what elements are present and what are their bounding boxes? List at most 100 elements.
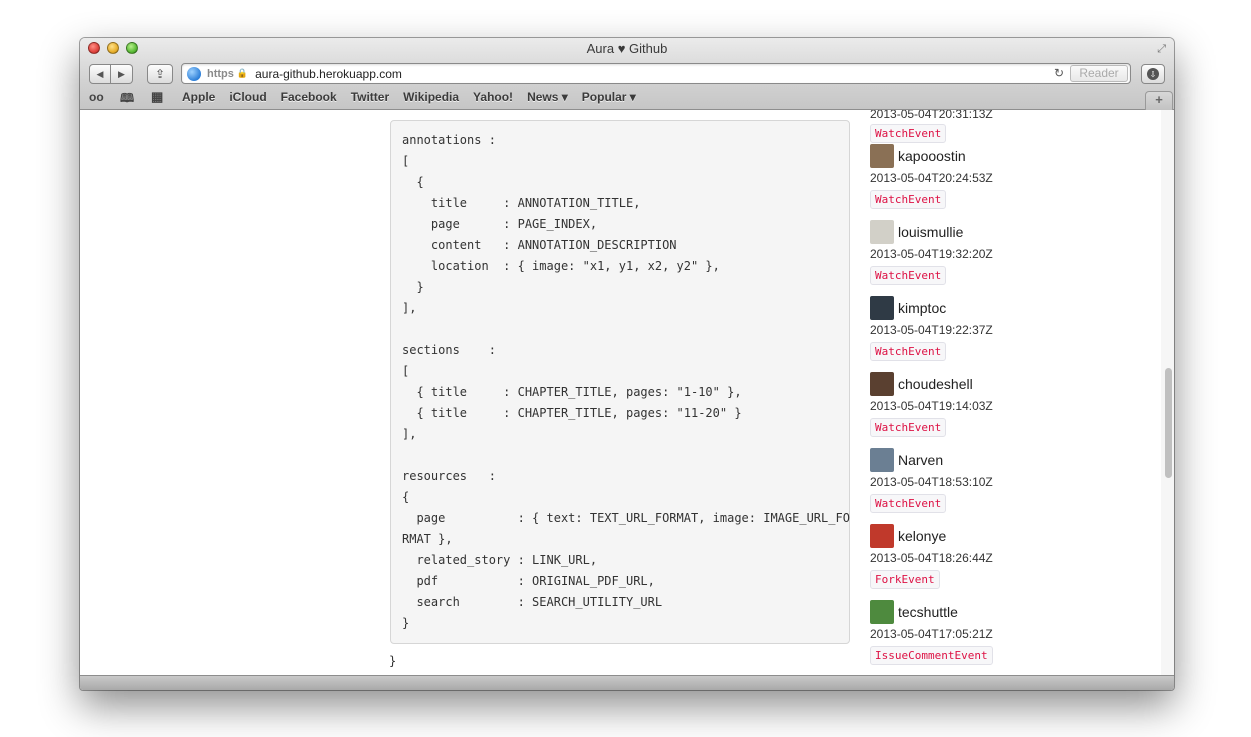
feed-user[interactable]: Narven (870, 448, 1070, 472)
event-type-badge: WatchEvent (870, 418, 947, 437)
feed-entry: Narven 2013-05-04T18:53:10Z WatchEvent (870, 448, 1070, 513)
feed-entry: louismullie 2013-05-04T19:32:20Z WatchEven… (870, 220, 1070, 285)
top-sites-grid-icon[interactable]: ▦ (151, 89, 163, 105)
avatar[interactable] (870, 524, 894, 548)
event-type-badge: ForkEvent (870, 570, 940, 589)
browser-chrome: Aura ♥ Github ⤢ ◀ ▶ ⇪ https 🔒 aura-githu… (80, 38, 1174, 110)
code-line: sections : (402, 343, 496, 357)
code-line: RMAT }, (402, 532, 453, 546)
window-title: Aura ♥ Github (586, 41, 668, 56)
status-bar (80, 675, 1174, 690)
feed-entry: kapooostin 2013-05-04T20:24:53Z WatchEvent (870, 144, 1070, 209)
bookmark-item[interactable]: Popular ▾ (582, 90, 636, 104)
url-text[interactable]: aura-github.herokuapp.com (255, 67, 402, 81)
bookmark-item[interactable]: Twitter (351, 90, 389, 104)
code-line: ], (402, 427, 417, 441)
event-timestamp: 2013-05-04T19:22:37Z (870, 323, 993, 337)
bookmark-item[interactable]: Apple (182, 90, 215, 104)
downloads-button[interactable]: ⇩ (1141, 64, 1165, 84)
reader-button[interactable]: Reader (1070, 65, 1128, 82)
new-tab-button[interactable]: + (1145, 91, 1173, 110)
event-timestamp: 2013-05-04T20:31:13Z (870, 110, 993, 121)
scrollbar-thumb[interactable] (1165, 368, 1172, 478)
browser-window: Aura ♥ Github ⤢ ◀ ▶ ⇪ https 🔒 aura-githu… (80, 38, 1174, 690)
event-timestamp: 2013-05-04T18:26:44Z (870, 551, 993, 565)
avatar[interactable] (870, 144, 894, 168)
back-forward-group: ◀ ▶ (89, 64, 133, 84)
event-type-badge: WatchEvent (870, 494, 947, 513)
event-type-badge: WatchEvent (870, 266, 947, 285)
fullscreen-icon[interactable]: ⤢ (1157, 43, 1166, 56)
bookmark-item[interactable]: Wikipedia (403, 90, 459, 104)
forward-button[interactable]: ▶ (111, 64, 133, 84)
code-line: related_story : LINK_URL, (402, 553, 598, 567)
feed-user[interactable]: kimptoc (870, 296, 1070, 320)
avatar[interactable] (870, 448, 894, 472)
code-line: page : { text: TEXT_URL_FORMAT, image: I… (402, 511, 850, 525)
reading-list-icon[interactable]: oo (89, 90, 104, 104)
username[interactable]: kimptoc (898, 300, 946, 316)
feed-entry: tecshuttle 2013-05-04T17:05:21Z IssueComme… (870, 600, 1070, 665)
event-timestamp: 2013-05-04T18:53:10Z (870, 475, 993, 489)
reload-icon[interactable]: ↻ (1054, 66, 1064, 80)
code-closing-brace: } (389, 654, 397, 668)
bookmark-item[interactable]: News ▾ (527, 90, 568, 104)
code-line: } (402, 616, 410, 630)
code-line: } (402, 280, 424, 294)
code-line: title : ANNOTATION_TITLE, (402, 196, 641, 210)
event-type-badge: IssueCommentEvent (870, 646, 993, 665)
feed-user[interactable]: kelonye (870, 524, 1070, 548)
avatar[interactable] (870, 296, 894, 320)
lock-icon: 🔒 (236, 68, 249, 78)
code-line: { title : CHAPTER_TITLE, pages: "1-10" }… (402, 385, 742, 399)
feed-user[interactable]: kapooostin (870, 144, 1070, 168)
code-line: ], (402, 301, 417, 315)
username[interactable]: kapooostin (898, 148, 966, 164)
feed-user[interactable]: louismullie (870, 220, 1070, 244)
username[interactable]: tecshuttle (898, 604, 958, 620)
username[interactable]: choudeshell (898, 376, 973, 392)
download-icon: ⇩ (1147, 68, 1159, 80)
feed-user[interactable]: tecshuttle (870, 600, 1070, 624)
event-timestamp: 2013-05-04T17:05:21Z (870, 627, 993, 641)
bookmarks-bar: oo 🕮 ▦ Apple iCloud Facebook Twitter Wikiped… (80, 88, 1174, 110)
username[interactable]: louismullie (898, 224, 963, 240)
bookmarks-book-icon[interactable]: 🕮 (120, 89, 134, 110)
code-line: pdf : ORIGINAL_PDF_URL, (402, 574, 655, 588)
event-timestamp: 2013-05-04T19:14:03Z (870, 399, 993, 413)
globe-icon (187, 66, 201, 81)
event-type-badge: WatchEvent (870, 190, 947, 209)
code-line: resources : (402, 469, 496, 483)
vertical-scrollbar[interactable] (1161, 110, 1174, 675)
code-line: search : SEARCH_UTILITY_URL (402, 595, 663, 609)
event-timestamp: 2013-05-04T19:32:20Z (870, 247, 993, 261)
feed-entry: kelonye 2013-05-04T18:26:44Z ForkEvent (870, 524, 1070, 589)
code-block: annotations : [ { title : ANNOTATION_TITL… (390, 120, 850, 644)
avatar[interactable] (870, 372, 894, 396)
back-button[interactable]: ◀ (89, 64, 111, 84)
username[interactable]: Narven (898, 452, 943, 468)
feed-entry: choudeshell 2013-05-04T19:14:03Z WatchEven… (870, 372, 1070, 437)
share-button[interactable]: ⇪ (147, 64, 173, 84)
code-line: { title : CHAPTER_TITLE, pages: "11-20" … (402, 406, 742, 420)
bookmark-item[interactable]: iCloud (229, 90, 266, 104)
avatar[interactable] (870, 220, 894, 244)
bookmark-items: Apple iCloud Facebook Twitter Wikipedia Yahoo… (182, 90, 636, 104)
bookmark-item[interactable]: Facebook (281, 90, 337, 104)
code-line: location : { image: "x1, y1, x2, y2" }, (402, 259, 720, 273)
url-scheme: https (207, 67, 234, 80)
avatar[interactable] (870, 600, 894, 624)
feed-user[interactable]: choudeshell (870, 372, 1070, 396)
feed-entry: kimptoc 2013-05-04T19:22:37Z WatchEvent (870, 296, 1070, 361)
event-type-badge: WatchEvent (870, 342, 947, 361)
code-line: annotations : (402, 133, 496, 147)
event-type-badge: WatchEvent (870, 124, 947, 143)
address-bar[interactable]: https 🔒 aura-github.herokuapp.com ↻ Read… (181, 63, 1131, 84)
bookmark-item[interactable]: Yahoo! (473, 90, 513, 104)
feed-entry: 2013-05-04T20:31:13Z WatchEvent (870, 110, 1070, 143)
code-line: [ (402, 154, 410, 168)
username[interactable]: kelonye (898, 528, 946, 544)
event-timestamp: 2013-05-04T20:24:53Z (870, 171, 993, 185)
code-line: [ (402, 364, 410, 378)
page-content: annotations : [ { title : ANNOTATION_TITL… (80, 110, 1174, 675)
